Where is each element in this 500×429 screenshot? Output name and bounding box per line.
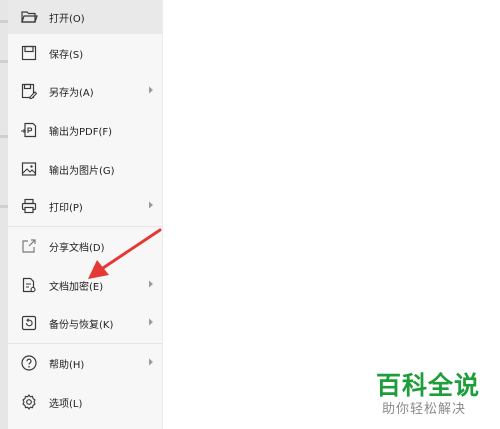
menu-item-save[interactable]: 保存(S) [8,36,162,70]
menu-item-label: 另存为(A) [49,87,94,99]
save-as-icon [20,82,38,100]
menu-item-label: 分享文档(D) [49,242,105,254]
menu-item-label: 输出为PDF(F) [49,126,113,138]
chevron-right-icon [149,280,153,288]
strip-mark [0,135,8,138]
export-pdf-icon [20,121,38,139]
menu-item-export-pdf[interactable]: 输出为PDF(F) [8,113,162,147]
menu-item-save-as[interactable]: 另存为(A) [8,74,162,108]
menu-item-label: 备份与恢复(K) [49,319,114,331]
left-edge-strip [0,0,8,429]
strip-mark [0,205,8,208]
menu-divider [8,343,162,344]
strip-mark [0,20,8,23]
document-lock-icon [20,276,38,294]
chevron-right-icon [149,201,153,209]
watermark: 百科全说 助你轻松解决 [372,366,488,422]
backup-restore-icon [20,314,38,332]
watermark-subtitle: 助你轻松解决 [382,402,467,417]
printer-icon [20,197,38,215]
save-icon [20,44,38,62]
menu-item-options[interactable]: 选项(L) [8,385,162,419]
menu-item-export-image[interactable]: 输出为图片(G) [8,152,162,186]
menu-item-help[interactable]: 帮助(H) [8,346,162,380]
chevron-right-icon [149,318,153,326]
chevron-right-icon [149,358,153,366]
menu-item-label: 文档加密(E) [49,281,104,293]
menu-item-label: 打开(O) [49,13,85,25]
menu-item-print[interactable]: 打印(P) [8,189,162,223]
file-menu: 打开(O) 保存(S) 另存为(A) 输出为PDF(F) 输出为图片(G) 打印… [8,0,163,429]
chevron-right-icon [149,86,153,94]
help-icon [20,354,38,372]
export-image-icon [20,160,38,178]
menu-item-label: 打印(P) [49,202,83,214]
menu-item-label: 输出为图片(G) [49,165,115,177]
menu-divider [8,226,162,227]
watermark-title: 百科全说 [376,371,481,400]
menu-item-label: 帮助(H) [49,359,85,371]
menu-item-label: 保存(S) [49,49,84,61]
menu-item-open[interactable]: 打开(O) [8,0,162,34]
gear-icon [20,393,38,411]
menu-item-share[interactable]: 分享文档(D) [8,229,162,263]
folder-open-icon [20,8,38,26]
strip-mark [0,60,8,63]
menu-item-encrypt[interactable]: 文档加密(E) [8,268,162,302]
menu-item-backup[interactable]: 备份与恢复(K) [8,306,162,340]
share-icon [20,237,38,255]
menu-item-label: 选项(L) [49,398,83,410]
